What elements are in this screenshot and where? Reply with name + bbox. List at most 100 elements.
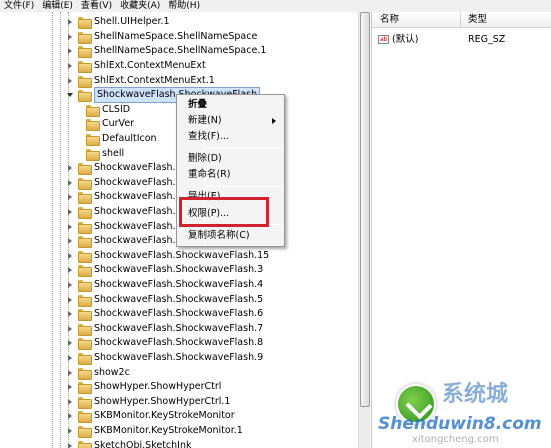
collapsed-arrow-icon[interactable]: [66, 398, 74, 406]
folder-icon: [78, 396, 92, 409]
folder-icon: [78, 17, 92, 30]
tree-item-label: ShlExt.ContextMenuExt: [94, 60, 206, 72]
menu-item-new[interactable]: 新建(N): [188, 113, 222, 129]
value-name[interactable]: (默认): [392, 33, 418, 47]
collapsed-arrow-icon[interactable]: [66, 296, 74, 304]
tree-scrollbar[interactable]: [358, 12, 370, 448]
menu-file[interactable]: 文件(F): [0, 0, 38, 12]
tree-item[interactable]: ShellNameSpace.ShellNameSpace: [66, 30, 257, 45]
folder-icon: [78, 353, 92, 366]
tree-item[interactable]: SKBMonitor.KeyStrokeMonitor.1: [66, 424, 243, 439]
tree-item[interactable]: ShockwaveFlash.ShockwaveFlash.6: [66, 307, 263, 322]
tree-item[interactable]: ShlExt.ContextMenuExt: [66, 59, 206, 74]
folder-icon: [86, 148, 100, 161]
collapsed-arrow-icon[interactable]: [66, 369, 74, 377]
collapsed-arrow-icon[interactable]: [66, 412, 74, 420]
folder-icon: [78, 382, 92, 395]
tree-item[interactable]: ShellNameSpace.ShellNameSpace.1: [66, 44, 266, 59]
tree-item[interactable]: show2c: [66, 365, 130, 380]
tree-child-item[interactable]: CLSID: [78, 103, 130, 118]
collapsed-arrow-icon[interactable]: [66, 339, 74, 347]
folder-icon: [86, 134, 100, 147]
string-value-icon: ab: [378, 35, 389, 44]
tree-item[interactable]: SKBMonitor.KeyStrokeMonitor: [66, 409, 235, 424]
collapsed-arrow-icon[interactable]: [66, 62, 74, 70]
tree-item[interactable]: ShockwaveFlash.ShockwaveFlash.4: [66, 278, 263, 293]
column-header-name[interactable]: 名称: [376, 12, 399, 28]
tree-item[interactable]: SketchObj.SketchInk: [66, 438, 192, 448]
collapsed-arrow-icon[interactable]: [66, 193, 74, 201]
menu-view[interactable]: 查看(V): [77, 0, 116, 12]
collapsed-arrow-icon: [78, 120, 82, 128]
tree-item-label: ShockwaveFlash.ShockwaveFlash.7: [94, 322, 264, 334]
tree-item-label: ShockwaveFlash.ShockwaveFlash.4: [94, 279, 264, 291]
tree-item[interactable]: ShowHyper.ShowHyperCtrl: [66, 380, 221, 395]
folder-icon: [78, 411, 92, 424]
menu-item-collapse[interactable]: 折叠: [188, 97, 207, 113]
tree-child-item[interactable]: CurVer: [78, 117, 134, 132]
tree-item[interactable]: ShockwaveFlash.ShockwaveFlash.9: [66, 351, 263, 366]
collapsed-arrow-icon[interactable]: [66, 354, 74, 362]
tree-item-label: ShowHyper.ShowHyperCtrl.1: [94, 395, 231, 407]
menu-item-find[interactable]: 查找(F)...: [188, 129, 229, 145]
tree-item[interactable]: ShockwaveFlash.S: [66, 205, 182, 220]
tree-item[interactable]: ShockwaveFlash.ShockwaveFlash.7: [66, 322, 263, 337]
scrollbar-thumb[interactable]: [360, 12, 370, 407]
menu-item-copy-key-name[interactable]: 复制项名称(C): [188, 228, 250, 244]
tree-item-label: ShlExt.ContextMenuExt.1: [94, 74, 215, 86]
tree-item-label: SKBMonitor.KeyStrokeMonitor.1: [94, 425, 243, 437]
tree-item[interactable]: ShockwaveFlash.S: [66, 176, 182, 191]
collapsed-arrow-icon[interactable]: [66, 325, 74, 333]
tree-item[interactable]: ShockwaveFlash.ShockwaveFlash.15: [66, 249, 269, 264]
collapsed-arrow-icon[interactable]: [66, 442, 74, 448]
tree-item[interactable]: Shell.UIHelper.1: [66, 15, 170, 30]
folder-icon: [78, 75, 92, 88]
column-separator[interactable]: [460, 12, 461, 28]
folder-icon: [78, 61, 92, 74]
tree-item[interactable]: ShockwaveFlash.ShockwaveFlash.3: [66, 263, 263, 278]
expanded-arrow-icon[interactable]: [66, 91, 74, 99]
menu-separator: [206, 186, 281, 187]
folder-icon: [78, 177, 92, 190]
tree-item[interactable]: ShlExt.ContextMenuExt.1: [66, 73, 215, 88]
collapsed-arrow-icon[interactable]: [66, 223, 74, 231]
tree-item-label: ShockwaveFlash.S: [94, 220, 182, 232]
tree-item[interactable]: ShowHyper.ShowHyperCtrl.1: [66, 395, 230, 410]
tree-item[interactable]: ShockwaveFlash.ShockwaveFlash.5: [66, 292, 263, 307]
collapsed-arrow-icon[interactable]: [66, 77, 74, 85]
tree-child-item[interactable]: DefaultIcon: [78, 132, 157, 147]
menu-favorites[interactable]: 收藏夹(A): [116, 0, 164, 12]
menu-separator: [206, 148, 281, 149]
tree-item[interactable]: ShockwaveFlash.S: [66, 219, 182, 234]
collapsed-arrow-icon[interactable]: [66, 266, 74, 274]
column-header-type[interactable]: 类型: [464, 12, 487, 28]
collapsed-arrow-icon[interactable]: [66, 47, 74, 55]
folder-icon: [78, 338, 92, 351]
collapsed-arrow-icon[interactable]: [66, 237, 74, 245]
collapsed-arrow-icon[interactable]: [66, 179, 74, 187]
tree-item[interactable]: ShockwaveFlash.S: [66, 234, 182, 249]
tree-child-item[interactable]: shell: [78, 146, 124, 161]
tree-item[interactable]: ShockwaveFlash.ShockwaveFlash.8: [66, 336, 263, 351]
collapsed-arrow-icon[interactable]: [66, 18, 74, 26]
tree-item[interactable]: ShockwaveFlash.S: [66, 161, 182, 176]
menu-edit[interactable]: 编辑(E): [38, 0, 77, 12]
collapsed-arrow-icon[interactable]: [66, 281, 74, 289]
collapsed-arrow-icon[interactable]: [66, 208, 74, 216]
folder-icon: [78, 309, 92, 322]
collapsed-arrow-icon[interactable]: [66, 383, 74, 391]
tree-item[interactable]: ShockwaveFlash.S: [66, 190, 182, 205]
folder-icon: [78, 265, 92, 278]
collapsed-arrow-icon[interactable]: [66, 252, 74, 260]
collapsed-arrow-icon[interactable]: [66, 33, 74, 41]
collapsed-arrow-icon[interactable]: [66, 164, 74, 172]
watermark-site-name: Shenduwin8.com: [378, 414, 542, 434]
collapsed-arrow-icon[interactable]: [66, 427, 74, 435]
folder-icon: [78, 323, 92, 336]
tree-guide-line: [60, 12, 61, 448]
menu-item-delete[interactable]: 删除(D): [188, 151, 222, 167]
menu-help[interactable]: 帮助(H): [164, 0, 204, 12]
menu-item-rename[interactable]: 重命名(R): [188, 167, 231, 183]
folder-icon: [78, 31, 92, 44]
collapsed-arrow-icon[interactable]: [66, 310, 74, 318]
